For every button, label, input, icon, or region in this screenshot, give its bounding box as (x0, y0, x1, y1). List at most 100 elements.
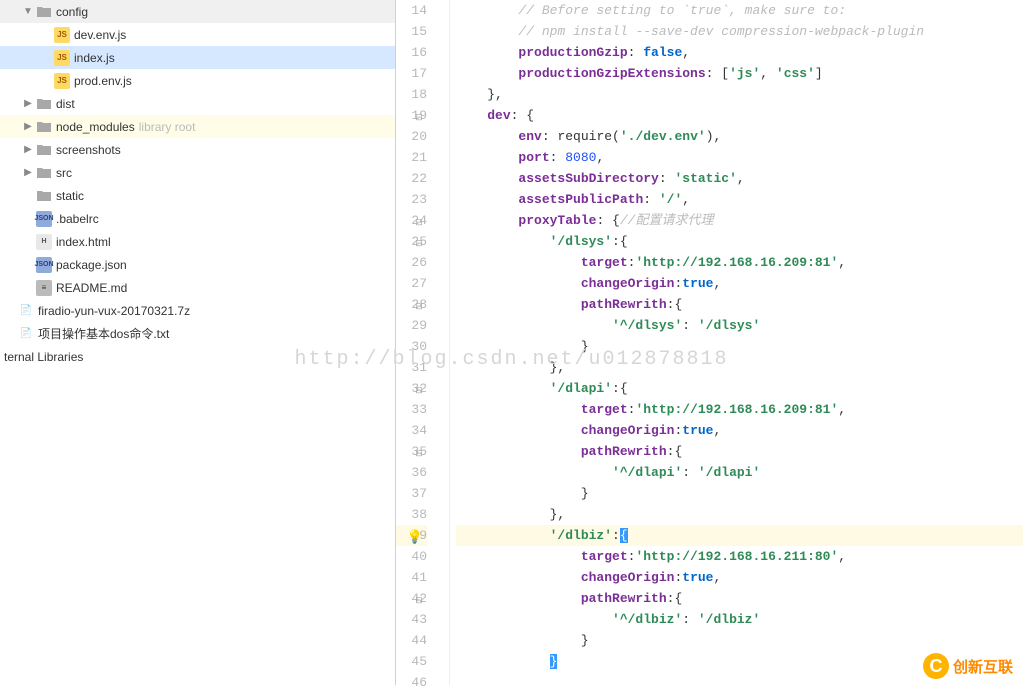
code-line[interactable]: '/dlsys':{ (456, 231, 1023, 252)
code-line[interactable]: dev: { (456, 105, 1023, 126)
chevron-right-icon: ▶ (22, 167, 34, 179)
folder-node-modules[interactable]: ▶ node_modules library root (0, 115, 395, 138)
file-label: firadio-yun-vux-20170321.7z (38, 304, 190, 318)
line-number: 30 (396, 336, 427, 357)
line-number: 18 (396, 84, 427, 105)
code-line[interactable]: // npm install --save-dev compression-we… (456, 21, 1023, 42)
code-content[interactable]: // Before setting to `true`, make sure t… (450, 0, 1023, 685)
project-tree[interactable]: ▼ config JS dev.env.js JS index.js JS pr… (0, 0, 396, 685)
code-line[interactable]: '/dlapi':{ (456, 378, 1023, 399)
code-line[interactable]: '^/dlbiz': '/dlbiz' (456, 609, 1023, 630)
file-icon: 📄 (18, 303, 34, 319)
fold-icon[interactable]: ⊟ (413, 234, 425, 246)
code-line[interactable]: '^/dlapi': '/dlapi' (456, 462, 1023, 483)
code-line[interactable]: }, (456, 504, 1023, 525)
line-number: 38 (396, 504, 427, 525)
logo-icon: C (923, 653, 949, 679)
code-line[interactable]: changeOrigin:true, (456, 567, 1023, 588)
code-line[interactable]: pathRewrith:{ (456, 588, 1023, 609)
folder-src[interactable]: ▶ src (0, 161, 395, 184)
line-number: 34 (396, 420, 427, 441)
fold-icon[interactable]: ⊟ (413, 297, 425, 309)
line-number: 15 (396, 21, 427, 42)
line-number: 44 (396, 630, 427, 651)
line-number: 29 (396, 315, 427, 336)
folder-dist[interactable]: ▶ dist (0, 92, 395, 115)
code-line[interactable]: productionGzipExtensions: ['js', 'css'] (456, 63, 1023, 84)
code-line[interactable]: } (456, 336, 1023, 357)
chevron-right-icon: ▶ (22, 144, 34, 156)
folder-label: src (56, 166, 72, 180)
line-number: 17 (396, 63, 427, 84)
folder-icon (36, 188, 52, 204)
file-txt[interactable]: 📄 项目操作基本dos命令.txt (0, 322, 395, 345)
folder-label: dist (56, 97, 75, 111)
folder-icon (36, 119, 52, 135)
file-label: package.json (56, 258, 127, 272)
file-babelrc[interactable]: JSON .babelrc (0, 207, 395, 230)
code-line[interactable]: target:'http://192.168.16.209:81', (456, 399, 1023, 420)
code-line[interactable]: }, (456, 84, 1023, 105)
fold-icon[interactable]: ⊟ (413, 108, 425, 120)
code-line[interactable]: assetsSubDirectory: 'static', (456, 168, 1023, 189)
file-label: index.html (56, 235, 111, 249)
code-line[interactable]: productionGzip: false, (456, 42, 1023, 63)
html-icon: H (36, 234, 52, 250)
fold-icon[interactable]: ⊟ (413, 591, 425, 603)
line-number: 20 (396, 126, 427, 147)
line-number: 40 (396, 546, 427, 567)
file-label: README.md (56, 281, 127, 295)
fold-icon[interactable]: ⊟ (413, 444, 425, 456)
external-libraries[interactable]: ternal Libraries (0, 345, 395, 368)
code-line[interactable]: } (456, 483, 1023, 504)
fold-icon[interactable]: ⊟ (413, 381, 425, 393)
folder-icon (36, 142, 52, 158)
js-icon: JS (54, 73, 70, 89)
chevron-down-icon: ▼ (22, 6, 34, 18)
line-number: 16 (396, 42, 427, 63)
line-number: 26 (396, 252, 427, 273)
file-index-js[interactable]: JS index.js (0, 46, 395, 69)
line-number: 41 (396, 567, 427, 588)
file-dev-env[interactable]: JS dev.env.js (0, 23, 395, 46)
chevron-right-icon: ▶ (22, 121, 34, 133)
code-line[interactable]: }, (456, 357, 1023, 378)
code-line[interactable]: } (456, 630, 1023, 651)
code-editor[interactable]: 14 15 16 17 18 19⊟ 20 21 22 23 24⊟ 25⊟ 2… (396, 0, 1023, 685)
code-line[interactable]: target:'http://192.168.16.209:81', (456, 252, 1023, 273)
line-number: 21 (396, 147, 427, 168)
bulb-icon[interactable]: 💡 (407, 527, 423, 548)
line-number: 23 (396, 189, 427, 210)
code-line[interactable]: // Before setting to `true`, make sure t… (456, 0, 1023, 21)
folder-icon (36, 4, 52, 20)
code-line[interactable]: assetsPublicPath: '/', (456, 189, 1023, 210)
file-label: prod.env.js (74, 74, 132, 88)
folder-icon (36, 165, 52, 181)
file-package-json[interactable]: JSON package.json (0, 253, 395, 276)
file-label: .babelrc (56, 212, 99, 226)
line-number: 46 (396, 672, 427, 693)
code-line[interactable]: '^/dlsys': '/dlsys' (456, 315, 1023, 336)
file-archive[interactable]: 📄 firadio-yun-vux-20170321.7z (0, 299, 395, 322)
fold-icon[interactable]: ⊟ (413, 213, 425, 225)
code-line[interactable]: env: require('./dev.env'), (456, 126, 1023, 147)
json-icon: JSON (36, 211, 52, 227)
code-line[interactable]: target:'http://192.168.16.211:80', (456, 546, 1023, 567)
file-index-html[interactable]: H index.html (0, 230, 395, 253)
code-line[interactable]: changeOrigin:true, (456, 273, 1023, 294)
line-number: 42⊟ (396, 588, 427, 609)
ext-lib-label: ternal Libraries (4, 350, 83, 364)
js-icon: JS (54, 50, 70, 66)
code-line[interactable]: changeOrigin:true, (456, 420, 1023, 441)
code-line[interactable]: port: 8080, (456, 147, 1023, 168)
file-prod-env[interactable]: JS prod.env.js (0, 69, 395, 92)
code-line[interactable]: '/dlbiz':{ (456, 525, 1023, 546)
file-readme[interactable]: ≡ README.md (0, 276, 395, 299)
line-number: 35⊟ (396, 441, 427, 462)
folder-screenshots[interactable]: ▶ screenshots (0, 138, 395, 161)
code-line[interactable]: pathRewrith:{ (456, 294, 1023, 315)
folder-config[interactable]: ▼ config (0, 0, 395, 23)
folder-static[interactable]: static (0, 184, 395, 207)
code-line[interactable]: proxyTable: {//配置请求代理 (456, 210, 1023, 231)
code-line[interactable]: pathRewrith:{ (456, 441, 1023, 462)
